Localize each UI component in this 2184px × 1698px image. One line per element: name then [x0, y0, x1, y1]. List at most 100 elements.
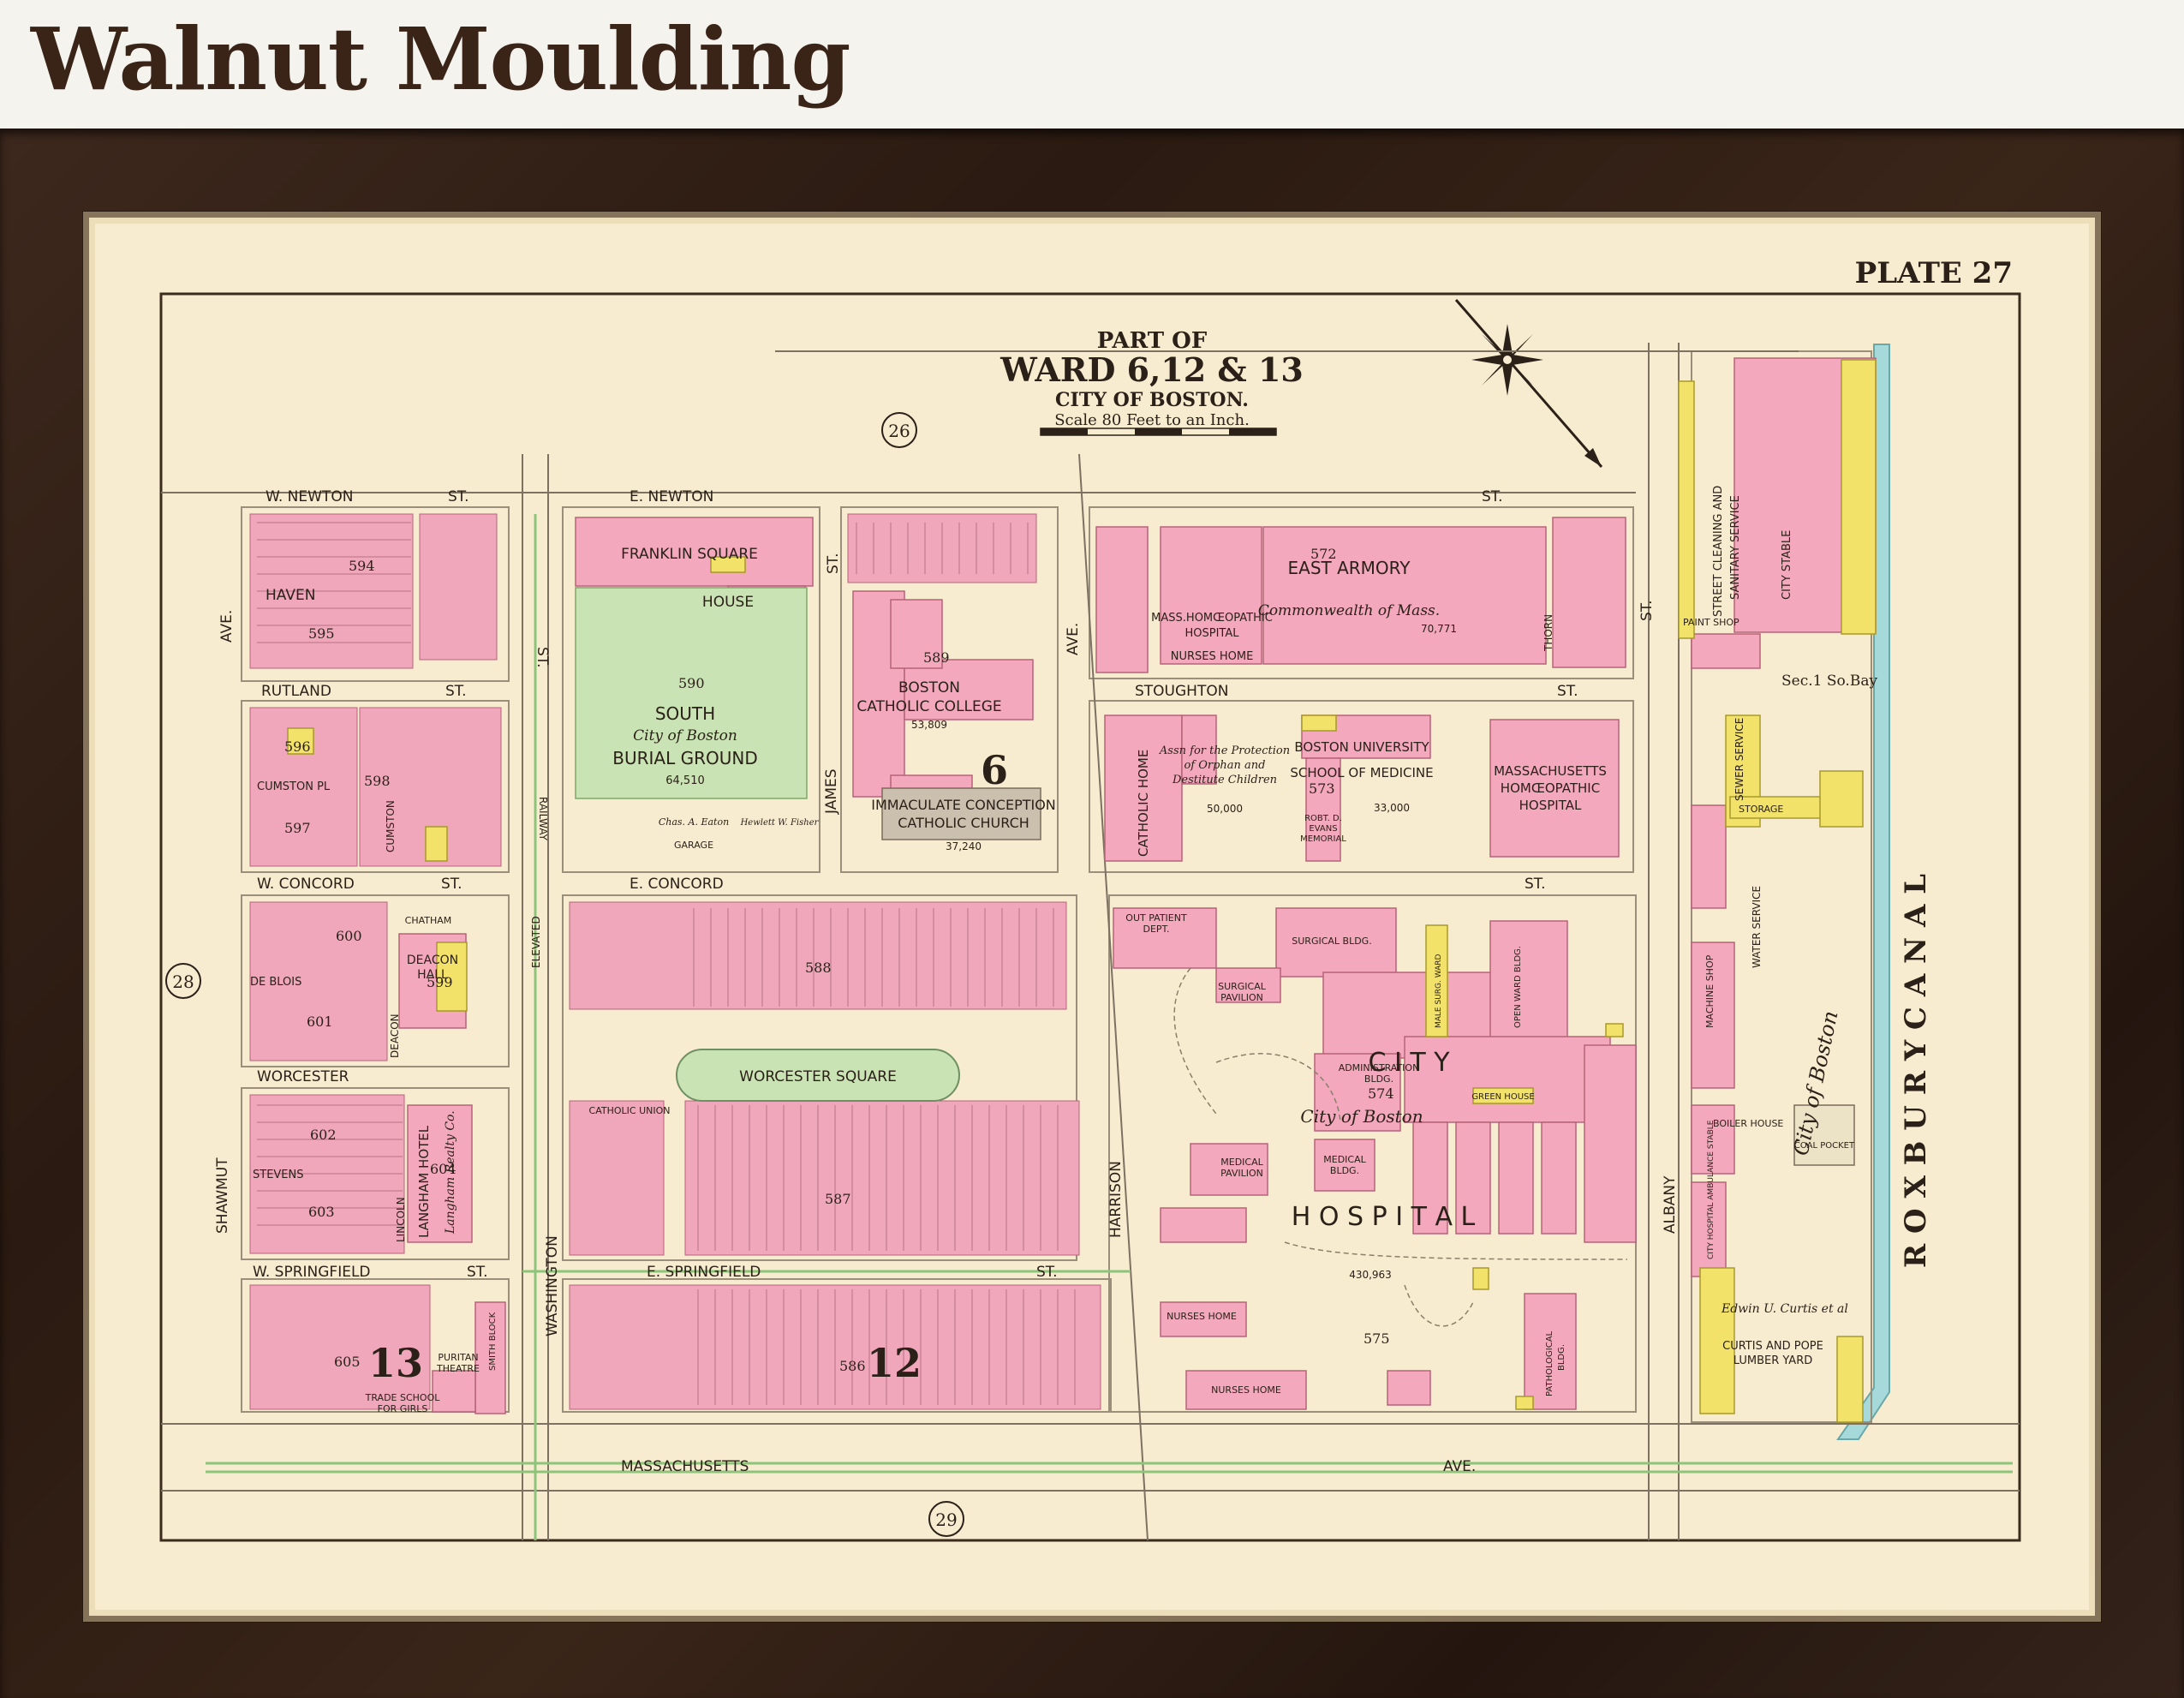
scale-bar	[1040, 427, 1277, 436]
street-cumston-pl: CUMSTON PL	[257, 780, 331, 793]
street-e-concord: E. CONCORD	[630, 876, 724, 893]
street-albany: ALBANY	[1662, 1175, 1679, 1234]
street-ave-label: AVE.	[1065, 623, 1082, 655]
block-603: 603	[308, 1204, 335, 1220]
svg-text:28: 28	[172, 972, 194, 992]
block-590: 590	[678, 675, 705, 691]
nurses-home-3-label: NURSES HOME	[1211, 1384, 1281, 1396]
city-of-boston-label: City of Boston	[1300, 1106, 1423, 1127]
street-stevens: STEVENS	[253, 1169, 304, 1181]
street-cleaning-1: STREET CLEANING AND	[1712, 486, 1725, 617]
heading-ward: WARD 6,12 & 13	[1000, 350, 1304, 389]
hospital-area: 430,963	[1349, 1269, 1392, 1281]
immaculate-conception-church	[881, 787, 1041, 840]
scale-text: Scale 80 Feet to an Inch.	[1054, 411, 1250, 429]
adjacent-plate-26: 26	[881, 412, 917, 448]
framed-map: PLATE 27 PART OF WARD 6,12 & 13 CITY OF …	[82, 211, 2102, 1623]
street-st-label: ST.	[825, 553, 842, 574]
block-602: 602	[310, 1127, 337, 1143]
evans-memorial-2: EVANS	[1309, 824, 1337, 834]
nurses-home-2-label: NURSES HOME	[1167, 1311, 1237, 1322]
immaculate-label-1: IMMACULATE CONCEPTION	[871, 797, 1056, 813]
street-cleaning-2: SANITARY SERVICE	[1729, 495, 1742, 600]
puritan-theatre-2: THEATRE	[436, 1363, 480, 1374]
worcester-square-label: WORCESTER SQUARE	[739, 1068, 897, 1085]
puritan-theatre-1: PURITAN	[438, 1352, 478, 1363]
street-harrison: HARRISON	[1107, 1161, 1125, 1238]
street-haven: HAVEN	[266, 587, 315, 604]
street-railway: RAILWAY	[537, 797, 549, 841]
street-lincoln: LINCOLN	[395, 1197, 407, 1242]
street-thorn: THORN	[1543, 614, 1554, 652]
block-605: 605	[334, 1354, 361, 1370]
block-595: 595	[308, 625, 335, 642]
street-cumston: CUMSTON	[385, 800, 397, 852]
block-575: 575	[1364, 1330, 1390, 1347]
svg-text:29: 29	[935, 1510, 957, 1530]
east-armory-label: EAST ARMORY	[1288, 558, 1411, 578]
evans-memorial-1: ROBT. D.	[1304, 814, 1342, 823]
ambulance-label: CITY HOSPITAL AMBULANCE STABLE	[1707, 1120, 1716, 1259]
nurses-home-label: NURSES HOME	[1171, 650, 1254, 663]
street-deacon: DEACON	[389, 1013, 401, 1058]
plate-label: PLATE 27	[1855, 256, 2013, 290]
street-w-springfield: W. SPRINGFIELD	[253, 1264, 371, 1281]
street-worcester: WORCESTER	[257, 1068, 349, 1085]
franklin-square-label: FRANKLIN SQUARE	[621, 546, 758, 563]
block-601: 601	[307, 1013, 333, 1030]
block-586: 586	[839, 1358, 866, 1374]
hewlett-label: Hewlett W. Fisher	[740, 818, 820, 828]
surgical-pavilion-2: PAVILION	[1220, 992, 1263, 1003]
pathological-2: BLDG.	[1557, 1344, 1566, 1371]
street-w-concord: W. CONCORD	[257, 876, 355, 893]
burial-city-label: City of Boston	[633, 727, 737, 744]
burial-area: 64,510	[665, 774, 705, 787]
machine-shop-label: MACHINE SHOP	[1704, 954, 1716, 1028]
roxbury-canal-label: R O X B U R Y C A N A L	[1899, 874, 1933, 1268]
garage-label: GARAGE	[674, 840, 713, 851]
medical-bldg-1: MEDICAL	[1323, 1154, 1366, 1165]
block-574: 574	[1368, 1085, 1394, 1102]
trade-school-1: TRADE SCHOOL	[365, 1392, 441, 1403]
medical-pavilion-2: PAVILION	[1220, 1168, 1263, 1179]
armory-area: 70,771	[1421, 623, 1457, 635]
edwin-curtis-label: Edwin U. Curtis et al	[1721, 1302, 1848, 1316]
commonwealth-label: Commonwealth of Mass.	[1258, 602, 1440, 619]
street-st-label: ST.	[448, 488, 469, 505]
catholic-union-label: CATHOLIC UNION	[589, 1105, 671, 1116]
adjacent-plate-28: 28	[165, 963, 201, 999]
street-st-label: ST.	[1482, 488, 1503, 505]
surgical-bldg-label: SURGICAL BLDG.	[1292, 936, 1371, 947]
mass-homoeopathic-2-3: HOSPITAL	[1519, 798, 1582, 813]
boston-university-1: BOSTON UNIVERSITY	[1294, 739, 1429, 755]
orphan-assn-3: Destitute Children	[1172, 774, 1277, 786]
ward-number-13: 13	[368, 1340, 423, 1386]
pathological-1: PATHOLOGICAL	[1545, 1330, 1554, 1396]
street-rutland: RUTLAND	[261, 683, 331, 700]
street-st-label: ST.	[1557, 683, 1578, 700]
sec-1-so-bay: Sec.1 So.Bay	[1781, 673, 1877, 690]
adjacent-plate-29: 29	[928, 1501, 964, 1537]
street-stoughton: STOUGHTON	[1135, 683, 1228, 700]
curtis-pope-2: LUMBER YARD	[1733, 1354, 1813, 1367]
street-st-label: ST.	[1525, 876, 1546, 893]
orphan-area: 50,000	[1207, 803, 1243, 815]
medical-pavilion-1: MEDICAL	[1220, 1157, 1263, 1168]
city-stable-label: CITY STABLE	[1781, 530, 1793, 600]
street-st-label: ST.	[1036, 1264, 1058, 1281]
street-washington: WASHINGTON	[544, 1235, 561, 1336]
deacon-hall-1: DEACON	[407, 954, 458, 967]
out-patient-2: DEPT.	[1143, 924, 1170, 935]
south-burial-label: SOUTH	[655, 703, 715, 724]
orphan-assn-2: of Orphan and	[1184, 759, 1265, 772]
block-597: 597	[284, 820, 311, 836]
street-st-label: ST.	[445, 683, 467, 700]
mass-homoeopathic-label-2: HOSPITAL	[1184, 627, 1239, 640]
sewer-service-label: SEWER SERVICE	[1733, 718, 1745, 801]
catholic-college-label-1: BOSTON	[898, 679, 960, 697]
street-james: JAMES	[823, 768, 840, 815]
administration-2: BLDG.	[1364, 1073, 1393, 1085]
street-st-label: ST.	[441, 876, 462, 893]
ward-number-12: 12	[867, 1340, 922, 1386]
street-de-blois: DE BLOIS	[250, 976, 301, 989]
